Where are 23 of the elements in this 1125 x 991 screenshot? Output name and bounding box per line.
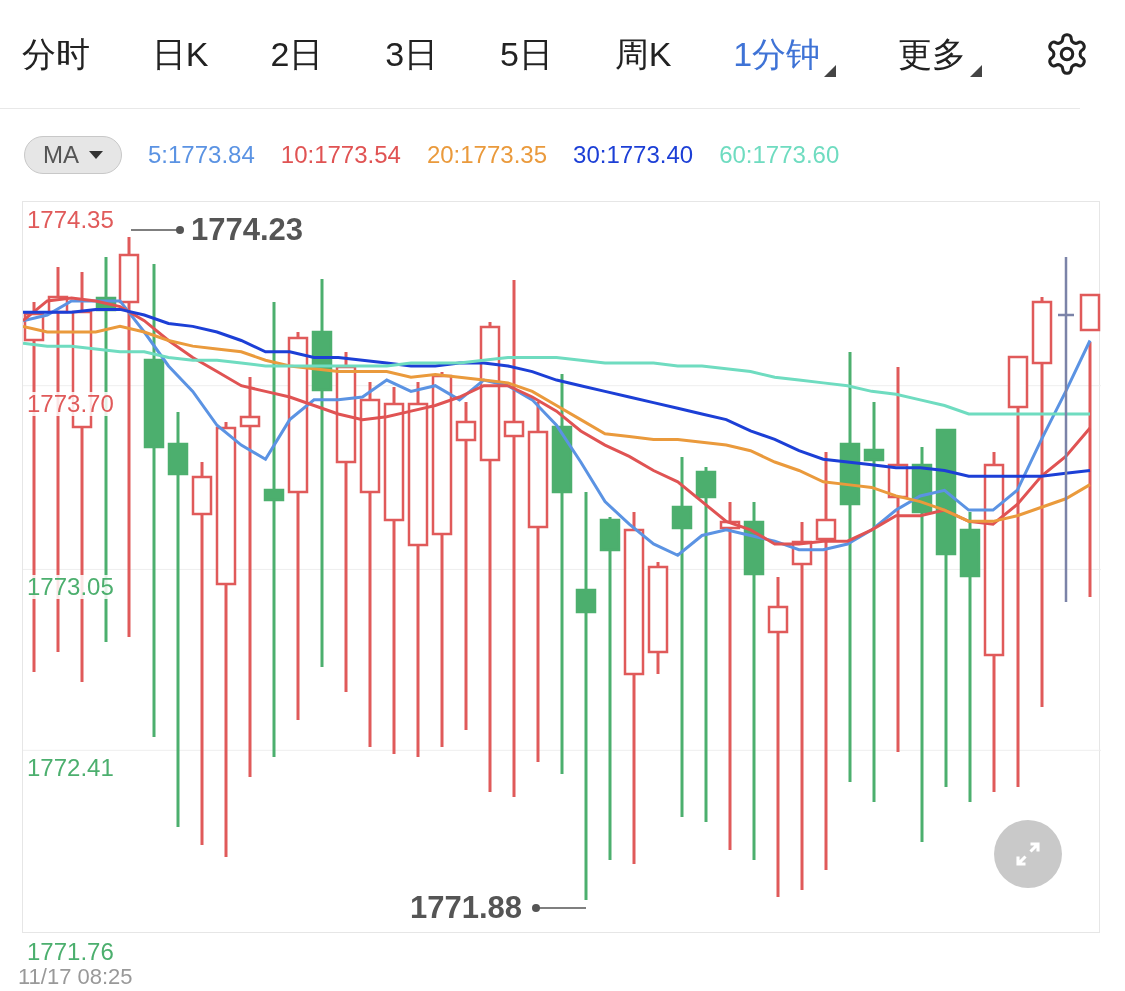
indicator-dropdown[interactable]: MA [24, 136, 122, 174]
timestamp: 11/17 08:25 [18, 966, 133, 988]
moving-average-value: 20:1773.35 [426, 140, 548, 170]
caret-icon [89, 151, 103, 159]
moving-average-value: 30:1773.40 [573, 140, 694, 170]
moving-average-value: 60:1773.60 [719, 140, 840, 170]
moving-average-value: 10:1773.54 [280, 140, 401, 170]
period-tab[interactable]: 更多 [898, 29, 983, 79]
leader-line [532, 904, 587, 912]
y-axis-label: 1773.05 [26, 575, 115, 600]
leader-line [130, 226, 184, 234]
high-price-label: 1774.23 [191, 214, 304, 245]
period-tab[interactable]: 2日 [270, 29, 324, 79]
y-axis-label: 1773.70 [26, 391, 115, 416]
moving-average-value: 5:1773.84 [148, 140, 255, 170]
low-price-label: 1771.88 [410, 892, 523, 923]
period-tab[interactable]: 5日 [499, 29, 553, 79]
period-tab[interactable]: 1分钟 [733, 29, 837, 79]
expand-icon [1013, 839, 1043, 869]
period-tab[interactable]: 周K [614, 29, 672, 79]
period-tab[interactable]: 分时 [22, 29, 90, 79]
period-tab[interactable]: 3日 [385, 29, 439, 79]
period-tab[interactable]: 日K [151, 29, 209, 79]
